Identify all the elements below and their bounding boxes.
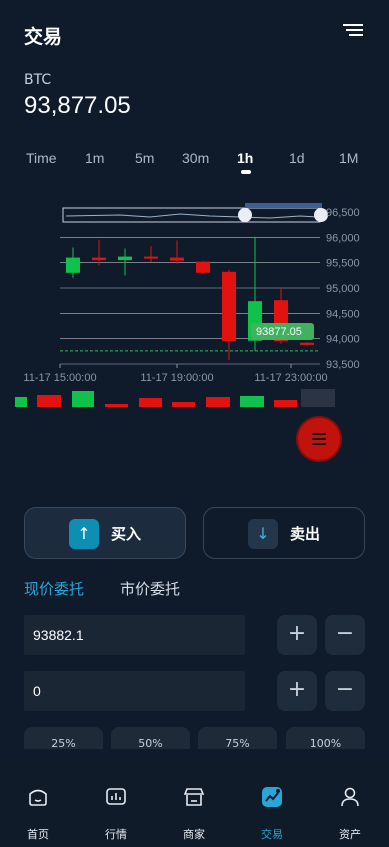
- nav-home-label: 首页: [27, 828, 49, 841]
- header: 交易: [0, 0, 389, 70]
- volume-bar: [15, 397, 27, 407]
- volume-bar: [105, 404, 128, 407]
- buy-button[interactable]: ↑ 买入: [24, 507, 186, 559]
- chart-svg: 96,500 96,000 95,500 95,000 94,500 94,000 93,5…: [15, 203, 360, 407]
- chart-menu-button[interactable]: [298, 418, 340, 460]
- trade-buttons: ↑ 买入 ↓ 卖出: [24, 507, 365, 559]
- volume-bar: [72, 391, 94, 407]
- ticker: BTC 93,877.05: [24, 72, 131, 120]
- sell-button[interactable]: ↓ 卖出: [203, 507, 365, 559]
- y-tick-label: 96,500: [326, 207, 360, 219]
- interval-1h[interactable]: 1h: [237, 150, 253, 166]
- candle-body: [92, 257, 106, 261]
- candle-body: [222, 271, 236, 342]
- volume-bar-current: [301, 389, 335, 407]
- interval-time[interactable]: Time: [26, 150, 57, 166]
- amount-input[interactable]: 0: [24, 671, 245, 711]
- percent-25-button[interactable]: 25%: [24, 727, 103, 749]
- nav-home[interactable]: 首页: [8, 786, 68, 842]
- nav-assets[interactable]: 资产: [320, 786, 380, 842]
- interval-tabs: Time 1m 5m 30m 1h 1d 1M: [0, 148, 389, 178]
- interval-30m[interactable]: 30m: [182, 150, 209, 166]
- price-input[interactable]: 93882.1: [24, 615, 245, 655]
- volume-bar: [37, 395, 61, 407]
- price-minus-button[interactable]: −: [325, 615, 365, 655]
- page-title: 交易: [24, 26, 63, 48]
- ticker-symbol: BTC: [24, 72, 52, 88]
- range-selection-bar: [245, 203, 322, 208]
- candle-body: [196, 261, 210, 273]
- volume-bar: [274, 400, 297, 407]
- volume-bar: [240, 396, 264, 407]
- arrow-up-icon: ↑: [69, 519, 99, 549]
- interval-5m[interactable]: 5m: [135, 150, 154, 166]
- percent-100-button[interactable]: 100%: [286, 727, 365, 749]
- y-tick-label: 96,000: [326, 232, 360, 244]
- x-tick-label: 11-17 23:00:00: [254, 372, 327, 384]
- nav-shop-label: 商家: [183, 828, 205, 841]
- y-tick-label: 93,500: [326, 359, 360, 371]
- bottom-nav: 首页 行情 商家 交易 资产: [0, 760, 389, 847]
- volume-bar: [139, 398, 162, 407]
- tab-limit-order[interactable]: 现价委托: [24, 578, 84, 599]
- interval-1m[interactable]: 1m: [85, 150, 104, 166]
- nav-shop[interactable]: 商家: [164, 786, 224, 842]
- ticker-price: 93,877.05: [24, 92, 131, 119]
- candle-body: [170, 257, 184, 261]
- percent-50-button[interactable]: 50%: [111, 727, 190, 749]
- shop-icon: [183, 788, 205, 806]
- candle-body: [118, 256, 132, 261]
- nav-market-label: 行情: [105, 828, 127, 841]
- x-tick-label: 11-17 15:00:00: [23, 372, 96, 384]
- interval-1M[interactable]: 1M: [339, 150, 358, 166]
- sell-label: 卖出: [290, 525, 321, 543]
- current-price-label: 93877.05: [256, 326, 302, 338]
- percent-buttons: 25% 50% 75% 100%: [24, 727, 365, 749]
- buy-label: 买入: [111, 525, 142, 543]
- nav-trade[interactable]: 交易: [242, 786, 302, 842]
- nav-trade-label: 交易: [261, 828, 283, 841]
- volume-bar: [206, 397, 230, 407]
- y-tick-label: 95,000: [326, 283, 360, 295]
- active-interval-indicator: [241, 170, 251, 174]
- interval-1d[interactable]: 1d: [289, 150, 305, 166]
- candle-body: [144, 256, 158, 259]
- y-tick-label: 94,000: [326, 334, 360, 346]
- nav-market[interactable]: 行情: [86, 786, 146, 842]
- candle-body: [300, 342, 314, 345]
- navigator-line: [65, 213, 319, 219]
- market-icon: [106, 788, 126, 805]
- trade-icon: [262, 787, 282, 807]
- y-tick-label: 95,500: [326, 258, 360, 270]
- price-plus-button[interactable]: +: [277, 615, 317, 655]
- user-icon: [341, 787, 359, 807]
- x-tick-label: 11-17 19:00:00: [140, 372, 213, 384]
- percent-75-button[interactable]: 75%: [198, 727, 277, 749]
- range-handle-left: [238, 208, 252, 222]
- y-tick-label: 94,500: [326, 308, 360, 320]
- arrow-down-icon: ↓: [248, 519, 278, 549]
- tab-market-order[interactable]: 市价委托: [120, 578, 180, 599]
- menu-icon[interactable]: [343, 24, 363, 40]
- candle-body: [66, 257, 80, 273]
- volume-bar: [172, 402, 195, 407]
- nav-assets-label: 资产: [339, 828, 361, 841]
- home-icon: [29, 789, 47, 806]
- amount-plus-button[interactable]: +: [277, 671, 317, 711]
- amount-minus-button[interactable]: −: [325, 671, 365, 711]
